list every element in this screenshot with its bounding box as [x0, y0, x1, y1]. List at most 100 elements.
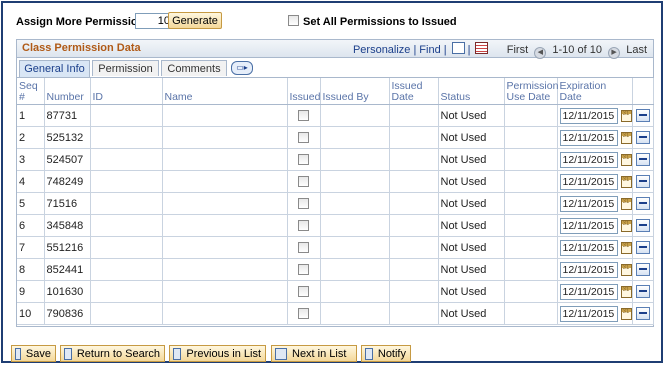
delete-row-icon[interactable]	[635, 131, 650, 144]
delete-row-icon[interactable]	[635, 197, 650, 210]
cell-delete	[632, 148, 654, 171]
calendar-icon[interactable]: 31	[620, 153, 631, 166]
cell-permission-use-date	[504, 214, 558, 237]
return-to-search-icon	[64, 347, 72, 360]
cell-status: Not Used	[438, 192, 505, 215]
last-label[interactable]: Last	[626, 44, 647, 56]
next-in-list-icon	[275, 347, 287, 360]
cell-issued-by	[320, 214, 390, 237]
cell-id	[90, 104, 163, 127]
calendar-icon[interactable]: 31	[620, 307, 631, 320]
expiration-date-input[interactable]: 12/11/2015	[559, 107, 618, 124]
next-in-list-button[interactable]: Next in List	[271, 345, 357, 362]
issued-checkbox[interactable]	[298, 132, 309, 144]
expiration-date-input[interactable]: 12/11/2015	[559, 239, 618, 256]
col-name: Name	[162, 78, 288, 105]
previous-in-list-button[interactable]: Previous in List	[169, 345, 266, 362]
issued-checkbox[interactable]	[298, 308, 309, 320]
grid-navigation: Personalize | Find | | First ◀ 1-10 of 10 ▶ …	[353, 42, 647, 59]
cell-status: Not Used	[438, 258, 505, 281]
calendar-icon[interactable]: 31	[620, 285, 631, 298]
set-all-checkbox[interactable]	[288, 15, 299, 26]
generate-button[interactable]: Generate	[168, 12, 222, 29]
table-row: 9 101630 Not Used 12/11/2015 31	[17, 280, 654, 303]
cell-number: 345848	[44, 214, 91, 237]
issued-checkbox[interactable]	[298, 242, 309, 254]
cell-expiration-date: 12/11/2015 31	[557, 126, 633, 149]
calendar-icon[interactable]: 31	[620, 241, 631, 254]
delete-row-icon[interactable]	[635, 153, 650, 166]
cell-expiration-date: 12/11/2015 31	[557, 258, 633, 281]
permission-table: Seq # Number ID Name Issued Issued By Is…	[17, 78, 654, 325]
issued-checkbox[interactable]	[298, 154, 309, 166]
col-issued: Issued	[287, 78, 321, 105]
cell-number: 790836	[44, 302, 91, 325]
set-all-issued[interactable]: Set All Permissions to Issued	[288, 15, 457, 28]
cell-id	[90, 126, 163, 149]
delete-row-icon[interactable]	[635, 263, 650, 276]
cell-seq: 8	[17, 258, 45, 281]
tab-permission[interactable]: Permission	[92, 60, 159, 76]
issued-checkbox[interactable]	[298, 286, 309, 298]
assign-permissions-label: Assign More Permissions:	[16, 16, 155, 28]
expiration-date-input[interactable]: 12/11/2015	[559, 283, 618, 300]
issued-checkbox[interactable]	[298, 264, 309, 276]
first-label[interactable]: First	[507, 44, 528, 56]
cell-issued	[287, 302, 321, 325]
tab-general-info[interactable]: General Info	[19, 60, 90, 77]
return-to-search-button[interactable]: Return to Search	[60, 345, 165, 362]
calendar-icon[interactable]: 31	[620, 109, 631, 122]
expiration-date-input[interactable]: 12/11/2015	[559, 151, 618, 168]
delete-row-icon[interactable]	[635, 219, 650, 232]
cell-issued-date	[389, 236, 439, 259]
table-body: 1 87731 Not Used 12/11/2015 31 2 525132 Not Use…	[17, 104, 654, 325]
cell-expiration-date: 12/11/2015 31	[557, 170, 633, 193]
expiration-date-input[interactable]: 12/11/2015	[559, 173, 618, 190]
personalize-link[interactable]: Personalize	[353, 44, 410, 56]
delete-row-icon[interactable]	[635, 175, 650, 188]
calendar-icon[interactable]: 31	[620, 263, 631, 276]
expiration-date-input[interactable]: 12/11/2015	[559, 129, 618, 146]
expiration-date-input[interactable]: 12/11/2015	[559, 261, 618, 278]
issued-checkbox[interactable]	[298, 110, 309, 122]
show-all-columns-icon[interactable]: ▭▸	[231, 61, 253, 75]
cell-issued-date	[389, 280, 439, 303]
cell-delete	[632, 236, 654, 259]
view-all-icon[interactable]	[451, 42, 465, 54]
table-row: 7 551216 Not Used 12/11/2015 31	[17, 236, 654, 259]
delete-row-icon[interactable]	[635, 241, 650, 254]
download-grid-icon[interactable]	[475, 42, 489, 54]
calendar-icon[interactable]: 31	[620, 197, 631, 210]
expiration-date-input[interactable]: 12/11/2015	[559, 195, 618, 212]
tab-comments[interactable]: Comments	[161, 60, 227, 76]
cell-delete	[632, 192, 654, 215]
issued-checkbox[interactable]	[298, 198, 309, 210]
delete-row-icon[interactable]	[635, 307, 650, 320]
find-link[interactable]: Find	[419, 44, 440, 56]
issued-checkbox[interactable]	[298, 220, 309, 232]
issued-checkbox[interactable]	[298, 176, 309, 188]
cell-name	[162, 192, 288, 215]
cell-delete	[632, 214, 654, 237]
cell-issued-by	[320, 236, 390, 259]
cell-issued	[287, 214, 321, 237]
cell-issued	[287, 258, 321, 281]
cell-id	[90, 214, 163, 237]
save-button[interactable]: Save	[11, 345, 56, 362]
cell-delete	[632, 280, 654, 303]
calendar-icon[interactable]: 31	[620, 175, 631, 188]
cell-permission-use-date	[504, 104, 558, 127]
cell-issued	[287, 192, 321, 215]
cell-delete	[632, 104, 654, 127]
delete-row-icon[interactable]	[635, 285, 650, 298]
expiration-date-input[interactable]: 12/11/2015	[559, 305, 618, 322]
delete-row-icon[interactable]	[635, 109, 650, 122]
calendar-icon[interactable]: 31	[620, 219, 631, 232]
cell-number: 748249	[44, 170, 91, 193]
cell-id	[90, 280, 163, 303]
page-frame: Assign More Permissions: Generate Set Al…	[1, 1, 663, 363]
cell-name	[162, 104, 288, 127]
notify-button[interactable]: Notify	[361, 345, 411, 362]
calendar-icon[interactable]: 31	[620, 131, 631, 144]
expiration-date-input[interactable]: 12/11/2015	[559, 217, 618, 234]
